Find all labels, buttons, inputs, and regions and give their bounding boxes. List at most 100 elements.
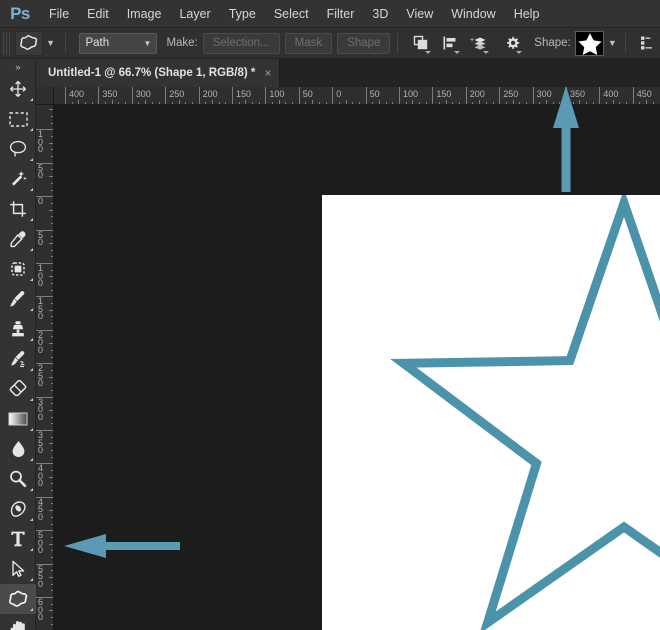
menu-window[interactable]: Window — [442, 0, 504, 28]
ruler-label: 400 — [69, 89, 85, 99]
gradient-tool[interactable] — [0, 404, 36, 434]
magic-wand-tool[interactable] — [0, 164, 36, 194]
path-operations-icon[interactable] — [408, 30, 434, 56]
tool-corner-triangle-icon — [30, 548, 33, 551]
rectangular-marquee-tool[interactable] — [0, 104, 36, 134]
ruler-label: 300 — [135, 89, 151, 99]
menu-select[interactable]: Select — [265, 0, 318, 28]
document-tab[interactable]: Untitled-1 @ 66.7% (Shape 1, RGB/8) * × — [36, 59, 281, 87]
clone-stamp-tool[interactable] — [0, 314, 36, 344]
tool-corner-triangle-icon — [30, 218, 33, 221]
tool-corner-triangle-icon — [30, 158, 33, 161]
star-shape-swatch[interactable] — [574, 30, 605, 56]
menu-layer[interactable]: Layer — [170, 0, 219, 28]
dropdown-triangle-icon — [425, 51, 432, 54]
menu-view[interactable]: View — [397, 0, 442, 28]
ruler-label: 400 — [38, 463, 44, 489]
ruler-label: 400 — [603, 89, 619, 99]
ruler-label: 50 — [302, 89, 313, 99]
ruler-label: 100 — [403, 89, 419, 99]
make-mask-button[interactable]: Mask — [284, 32, 333, 54]
expand-tools-panel-icon[interactable]: » — [0, 59, 35, 74]
ruler-label: 100 — [38, 263, 44, 288]
ruler-label: 150 — [236, 89, 252, 99]
tool-corner-triangle-icon — [30, 428, 33, 431]
photoshop-logo: Ps — [10, 3, 30, 23]
ruler-label: 450 — [38, 496, 44, 522]
type-tool[interactable] — [0, 524, 36, 554]
ruler-label: 0 — [38, 196, 44, 207]
custom-shape-icon[interactable] — [14, 30, 43, 56]
ruler-label: 100 — [38, 129, 44, 155]
pen-tool[interactable] — [0, 494, 36, 524]
make-shape-button[interactable]: Shape — [337, 32, 391, 54]
menu-type[interactable]: Type — [220, 0, 265, 28]
ruler-label: 50 — [38, 229, 44, 248]
tool-corner-triangle-icon — [30, 368, 33, 371]
ruler-label: 50 — [369, 89, 380, 99]
hand-tool[interactable] — [0, 614, 36, 630]
vertical-ruler[interactable]: 0100500501001502002503003504004505005506… — [36, 105, 54, 630]
ruler-label: 250 — [38, 363, 44, 389]
tool-corner-triangle-icon — [30, 458, 33, 461]
options-separator-3 — [625, 33, 627, 53]
chevron-down-icon: ▼ — [143, 38, 152, 48]
star-shape-path[interactable] — [322, 195, 660, 630]
dropdown-triangle-icon — [482, 51, 489, 54]
lasso-tool[interactable] — [0, 134, 36, 164]
shape-picker-chevron-down-icon[interactable]: ▼ — [604, 31, 620, 56]
path-alignment-icon[interactable] — [437, 30, 463, 56]
dropdown-triangle-icon — [453, 51, 460, 54]
blur-tool[interactable] — [0, 434, 36, 464]
photoshop-window: Ps File Edit Image Layer Type Select Fil… — [0, 0, 660, 630]
tool-corner-triangle-icon — [30, 98, 33, 101]
menu-filter[interactable]: Filter — [318, 0, 364, 28]
menu-file[interactable]: File — [40, 0, 78, 28]
tool-corner-triangle-icon — [30, 578, 33, 581]
ruler-label: 550 — [38, 563, 44, 589]
close-icon[interactable]: × — [264, 66, 271, 80]
ruler-label: 450 — [636, 89, 652, 99]
menu-image[interactable]: Image — [118, 0, 171, 28]
tool-preset-chevron-down-icon[interactable]: ▼ — [43, 31, 59, 56]
ruler-label: 250 — [503, 89, 519, 99]
tool-corner-triangle-icon — [30, 488, 33, 491]
menu-edit[interactable]: Edit — [78, 0, 118, 28]
move-tool[interactable] — [0, 74, 36, 104]
path-selection-tool[interactable] — [0, 554, 36, 584]
brush-tool[interactable] — [0, 284, 36, 314]
eyedropper-tool[interactable] — [0, 224, 36, 254]
menu-3d[interactable]: 3D — [363, 0, 397, 28]
ruler-label: 150 — [38, 296, 44, 322]
ruler-label: 250 — [169, 89, 185, 99]
ruler-corner[interactable] — [36, 87, 54, 105]
tool-corner-triangle-icon — [30, 188, 33, 191]
ruler-label: 150 — [436, 89, 452, 99]
gear-icon[interactable] — [500, 30, 526, 56]
eraser-tool[interactable] — [0, 374, 36, 404]
options-bar-grip[interactable] — [3, 31, 12, 55]
make-label: Make: — [166, 37, 198, 49]
menu-help[interactable]: Help — [505, 0, 549, 28]
tool-corner-triangle-icon — [30, 608, 33, 611]
shape-label: Shape: — [534, 37, 571, 49]
tool-corner-triangle-icon — [30, 128, 33, 131]
tool-corner-triangle-icon — [30, 308, 33, 311]
tools-panel: » — [0, 59, 36, 630]
document-tab-title: Untitled-1 @ 66.7% (Shape 1, RGB/8) * — [48, 67, 256, 79]
options-bar: ▼ Path ▼ Make: Selection... Mask Shape +… — [0, 28, 660, 59]
tool-corner-triangle-icon — [30, 248, 33, 251]
spot-healing-brush-tool[interactable] — [0, 254, 36, 284]
crop-tool[interactable] — [0, 194, 36, 224]
ruler-label: 350 — [38, 430, 44, 455]
custom-shape-tool[interactable] — [0, 584, 36, 614]
tool-corner-triangle-icon — [30, 338, 33, 341]
path-arrangement-icon[interactable]: + — [466, 30, 492, 56]
history-brush-tool[interactable] — [0, 344, 36, 374]
dodge-tool[interactable] — [0, 464, 36, 494]
ruler-label: 600 — [38, 597, 44, 622]
ruler-label: 100 — [269, 89, 285, 99]
make-selection-button[interactable]: Selection... — [202, 32, 280, 54]
shape-mode-select[interactable]: Path ▼ — [79, 32, 158, 54]
align-panel-icon[interactable] — [634, 30, 660, 56]
